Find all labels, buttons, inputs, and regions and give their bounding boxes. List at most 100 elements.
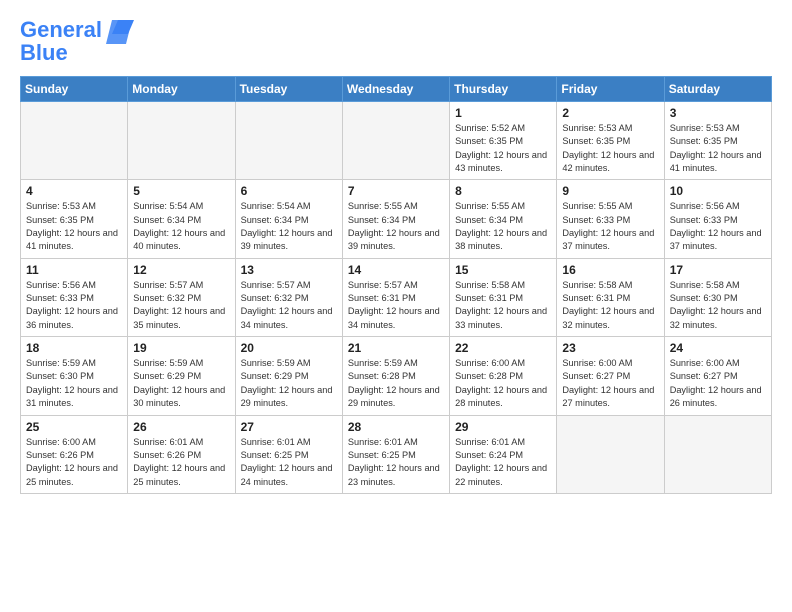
day-header-wednesday: Wednesday (342, 77, 449, 102)
day-cell: 5 Sunrise: 5:54 AMSunset: 6:34 PMDaylight… (128, 180, 235, 258)
header: General Blue (20, 16, 772, 66)
day-info: Sunrise: 5:52 AMSunset: 6:35 PMDaylight:… (455, 122, 552, 175)
day-number: 6 (241, 184, 338, 198)
day-number: 23 (562, 341, 659, 355)
day-cell (235, 102, 342, 180)
day-number: 12 (133, 263, 230, 277)
day-number: 22 (455, 341, 552, 355)
day-number: 10 (670, 184, 767, 198)
day-info: Sunrise: 5:53 AMSunset: 6:35 PMDaylight:… (26, 200, 123, 253)
day-info: Sunrise: 5:58 AMSunset: 6:30 PMDaylight:… (670, 279, 767, 332)
day-cell (557, 415, 664, 493)
day-cell: 8 Sunrise: 5:55 AMSunset: 6:34 PMDaylight… (450, 180, 557, 258)
day-cell: 25 Sunrise: 6:00 AMSunset: 6:26 PMDayligh… (21, 415, 128, 493)
day-cell: 28 Sunrise: 6:01 AMSunset: 6:25 PMDayligh… (342, 415, 449, 493)
day-info: Sunrise: 5:56 AMSunset: 6:33 PMDaylight:… (670, 200, 767, 253)
day-info: Sunrise: 5:59 AMSunset: 6:30 PMDaylight:… (26, 357, 123, 410)
day-cell: 18 Sunrise: 5:59 AMSunset: 6:30 PMDayligh… (21, 337, 128, 415)
day-info: Sunrise: 6:01 AMSunset: 6:24 PMDaylight:… (455, 436, 552, 489)
day-number: 13 (241, 263, 338, 277)
day-cell: 15Sunrise: 5:58 AMSunset: 6:31 PMDayligh… (450, 258, 557, 336)
day-header-sunday: Sunday (21, 77, 128, 102)
day-number: 16 (562, 263, 659, 277)
day-cell: 21Sunrise: 5:59 AMSunset: 6:28 PMDayligh… (342, 337, 449, 415)
day-number: 28 (348, 420, 445, 434)
day-number: 14 (348, 263, 445, 277)
day-cell: 26 Sunrise: 6:01 AMSunset: 6:26 PMDayligh… (128, 415, 235, 493)
day-cell: 9Sunrise: 5:55 AMSunset: 6:33 PMDaylight… (557, 180, 664, 258)
day-header-thursday: Thursday (450, 77, 557, 102)
day-info: Sunrise: 5:58 AMSunset: 6:31 PMDaylight:… (455, 279, 552, 332)
day-header-saturday: Saturday (664, 77, 771, 102)
day-number: 18 (26, 341, 123, 355)
day-number: 24 (670, 341, 767, 355)
day-cell: 22 Sunrise: 6:00 AMSunset: 6:28 PMDayligh… (450, 337, 557, 415)
day-number: 25 (26, 420, 123, 434)
day-cell: 12 Sunrise: 5:57 AMSunset: 6:32 PMDayligh… (128, 258, 235, 336)
day-cell: 1 Sunrise: 5:52 AMSunset: 6:35 PMDaylight… (450, 102, 557, 180)
day-number: 9 (562, 184, 659, 198)
calendar-table: SundayMondayTuesdayWednesdayThursdayFrid… (20, 76, 772, 494)
day-cell: 7 Sunrise: 5:55 AMSunset: 6:34 PMDaylight… (342, 180, 449, 258)
logo-text: General (20, 18, 102, 42)
day-number: 4 (26, 184, 123, 198)
day-info: Sunrise: 6:01 AMSunset: 6:25 PMDaylight:… (348, 436, 445, 489)
day-info: Sunrise: 6:00 AMSunset: 6:26 PMDaylight:… (26, 436, 123, 489)
day-info: Sunrise: 5:59 AMSunset: 6:29 PMDaylight:… (241, 357, 338, 410)
week-row-2: 4 Sunrise: 5:53 AMSunset: 6:35 PMDaylight… (21, 180, 772, 258)
day-cell (664, 415, 771, 493)
day-info: Sunrise: 5:57 AMSunset: 6:32 PMDaylight:… (133, 279, 230, 332)
day-cell: 19Sunrise: 5:59 AMSunset: 6:29 PMDayligh… (128, 337, 235, 415)
day-info: Sunrise: 6:01 AMSunset: 6:26 PMDaylight:… (133, 436, 230, 489)
day-info: Sunrise: 6:00 AMSunset: 6:27 PMDaylight:… (670, 357, 767, 410)
day-cell (128, 102, 235, 180)
day-info: Sunrise: 6:00 AMSunset: 6:27 PMDaylight:… (562, 357, 659, 410)
day-info: Sunrise: 6:01 AMSunset: 6:25 PMDaylight:… (241, 436, 338, 489)
day-cell: 20 Sunrise: 5:59 AMSunset: 6:29 PMDayligh… (235, 337, 342, 415)
logo: General Blue (20, 16, 134, 66)
day-number: 5 (133, 184, 230, 198)
day-cell: 10 Sunrise: 5:56 AMSunset: 6:33 PMDayligh… (664, 180, 771, 258)
day-cell (21, 102, 128, 180)
week-row-5: 25 Sunrise: 6:00 AMSunset: 6:26 PMDayligh… (21, 415, 772, 493)
day-cell: 4 Sunrise: 5:53 AMSunset: 6:35 PMDaylight… (21, 180, 128, 258)
week-row-3: 11 Sunrise: 5:56 AMSunset: 6:33 PMDayligh… (21, 258, 772, 336)
week-row-1: 1 Sunrise: 5:52 AMSunset: 6:35 PMDaylight… (21, 102, 772, 180)
day-info: Sunrise: 5:54 AMSunset: 6:34 PMDaylight:… (241, 200, 338, 253)
logo-icon (104, 16, 134, 44)
day-number: 7 (348, 184, 445, 198)
day-cell: 3Sunrise: 5:53 AMSunset: 6:35 PMDaylight… (664, 102, 771, 180)
day-header-monday: Monday (128, 77, 235, 102)
day-header-friday: Friday (557, 77, 664, 102)
day-cell: 23 Sunrise: 6:00 AMSunset: 6:27 PMDayligh… (557, 337, 664, 415)
day-number: 2 (562, 106, 659, 120)
day-info: Sunrise: 5:55 AMSunset: 6:34 PMDaylight:… (455, 200, 552, 253)
day-info: Sunrise: 6:00 AMSunset: 6:28 PMDaylight:… (455, 357, 552, 410)
day-number: 3 (670, 106, 767, 120)
day-info: Sunrise: 5:57 AMSunset: 6:32 PMDaylight:… (241, 279, 338, 332)
week-row-4: 18 Sunrise: 5:59 AMSunset: 6:30 PMDayligh… (21, 337, 772, 415)
day-number: 29 (455, 420, 552, 434)
day-cell: 13 Sunrise: 5:57 AMSunset: 6:32 PMDayligh… (235, 258, 342, 336)
day-header-tuesday: Tuesday (235, 77, 342, 102)
day-info: Sunrise: 5:54 AMSunset: 6:34 PMDaylight:… (133, 200, 230, 253)
day-cell: 27 Sunrise: 6:01 AMSunset: 6:25 PMDayligh… (235, 415, 342, 493)
day-cell: 11 Sunrise: 5:56 AMSunset: 6:33 PMDayligh… (21, 258, 128, 336)
day-cell: 14Sunrise: 5:57 AMSunset: 6:31 PMDayligh… (342, 258, 449, 336)
day-number: 8 (455, 184, 552, 198)
day-info: Sunrise: 5:56 AMSunset: 6:33 PMDaylight:… (26, 279, 123, 332)
day-number: 21 (348, 341, 445, 355)
day-number: 26 (133, 420, 230, 434)
calendar-page: General Blue SundayMondayTuesdayWednesda… (0, 0, 792, 504)
day-number: 27 (241, 420, 338, 434)
day-cell: 2 Sunrise: 5:53 AMSunset: 6:35 PMDaylight… (557, 102, 664, 180)
day-number: 17 (670, 263, 767, 277)
day-cell: 16Sunrise: 5:58 AMSunset: 6:31 PMDayligh… (557, 258, 664, 336)
day-info: Sunrise: 5:53 AMSunset: 6:35 PMDaylight:… (562, 122, 659, 175)
day-info: Sunrise: 5:55 AMSunset: 6:34 PMDaylight:… (348, 200, 445, 253)
day-info: Sunrise: 5:59 AMSunset: 6:29 PMDaylight:… (133, 357, 230, 410)
day-number: 11 (26, 263, 123, 277)
day-cell (342, 102, 449, 180)
day-number: 1 (455, 106, 552, 120)
day-number: 20 (241, 341, 338, 355)
